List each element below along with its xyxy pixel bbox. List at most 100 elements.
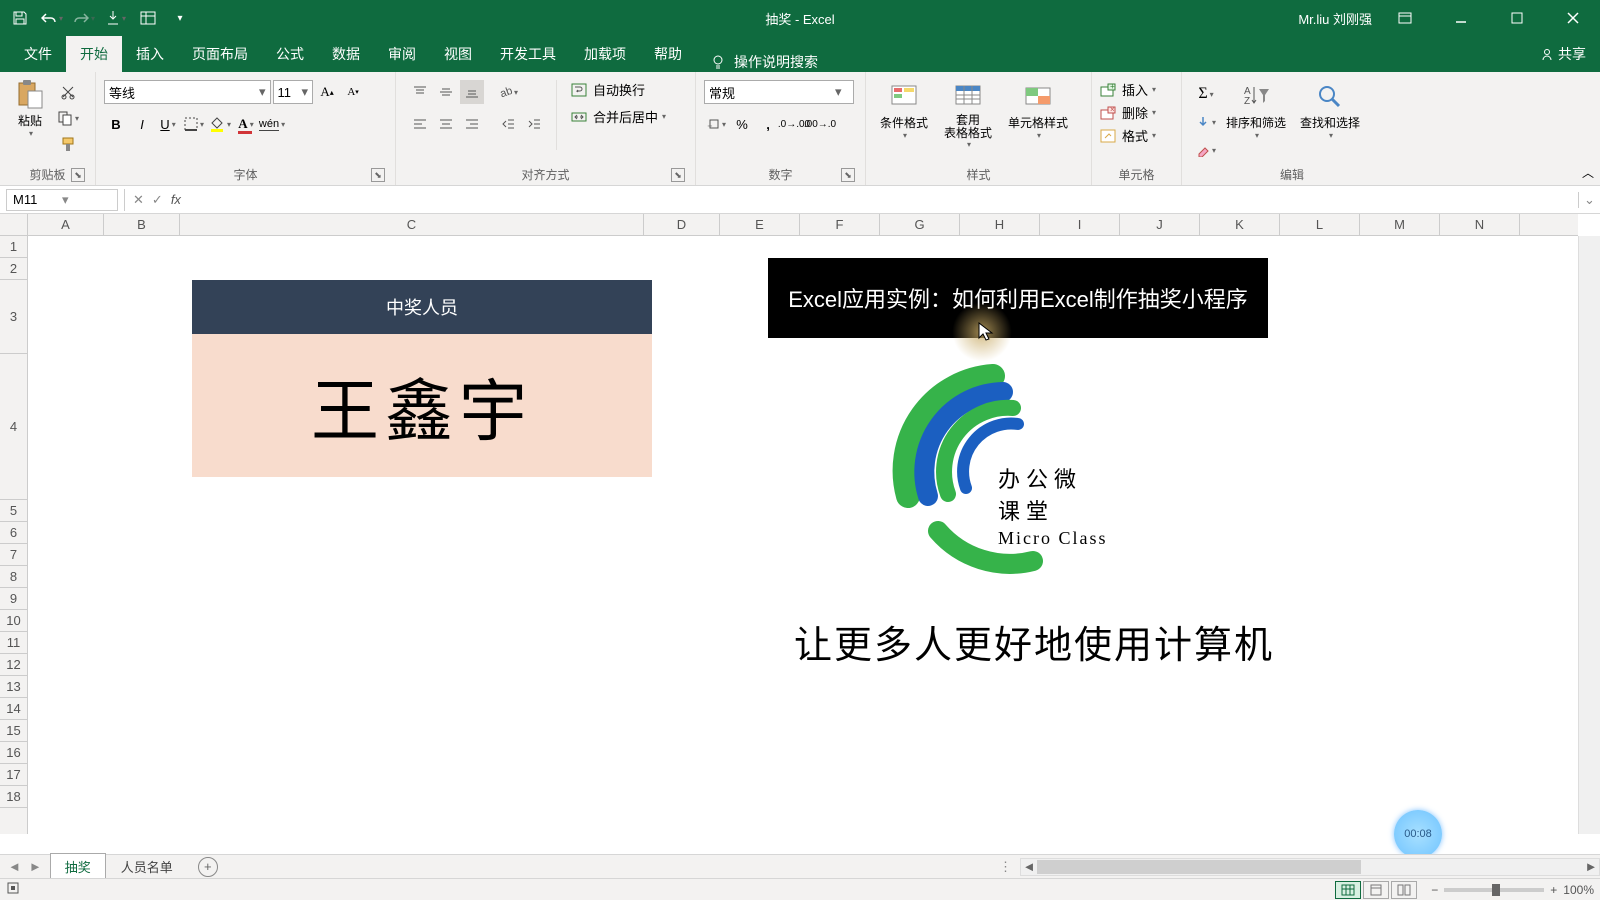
redo-icon[interactable] bbox=[70, 4, 98, 32]
row-header-16[interactable]: 16 bbox=[0, 742, 27, 764]
tab-审阅[interactable]: 审阅 bbox=[374, 36, 430, 72]
share-button[interactable]: 共享 bbox=[1526, 36, 1600, 72]
align-top-icon[interactable] bbox=[408, 80, 432, 104]
formula-input[interactable] bbox=[189, 189, 1578, 211]
col-header-D[interactable]: D bbox=[644, 214, 720, 235]
col-header-G[interactable]: G bbox=[880, 214, 960, 235]
tell-me[interactable]: 操作说明搜索 bbox=[696, 52, 832, 72]
tab-页面布局[interactable]: 页面布局 bbox=[178, 36, 262, 72]
qat-customize-icon[interactable]: ▾ bbox=[166, 4, 194, 32]
col-header-K[interactable]: K bbox=[1200, 214, 1280, 235]
sheet-tab-抽奖[interactable]: 抽奖 bbox=[50, 853, 106, 880]
format-painter-icon[interactable] bbox=[56, 132, 80, 156]
tab-公式[interactable]: 公式 bbox=[262, 36, 318, 72]
phonetic-icon[interactable]: wén bbox=[260, 112, 284, 136]
scroll-right-icon[interactable]: ► bbox=[1583, 859, 1599, 875]
percent-icon[interactable]: % bbox=[730, 112, 754, 136]
cancel-formula-icon[interactable]: ✕ bbox=[133, 192, 144, 208]
insert-cells-button[interactable]: +插入 bbox=[1100, 80, 1156, 99]
col-header-F[interactable]: F bbox=[800, 214, 880, 235]
row-header-15[interactable]: 15 bbox=[0, 720, 27, 742]
col-header-M[interactable]: M bbox=[1360, 214, 1440, 235]
row-header-8[interactable]: 8 bbox=[0, 566, 27, 588]
page-break-view-icon[interactable] bbox=[1391, 881, 1417, 899]
col-header-B[interactable]: B bbox=[104, 214, 180, 235]
sheet-tab-人员名单[interactable]: 人员名单 bbox=[106, 853, 188, 880]
border-icon[interactable] bbox=[182, 112, 206, 136]
col-header-L[interactable]: L bbox=[1280, 214, 1360, 235]
col-header-I[interactable]: I bbox=[1040, 214, 1120, 235]
copy-icon[interactable] bbox=[56, 106, 80, 130]
sheet-split-icon[interactable]: ⋮ bbox=[991, 859, 1020, 875]
increase-decimal-icon[interactable]: .0→.00 bbox=[782, 112, 806, 136]
align-right-icon[interactable] bbox=[460, 112, 484, 136]
increase-font-icon[interactable]: A▴ bbox=[315, 80, 339, 104]
underline-button[interactable]: U bbox=[156, 112, 180, 136]
row-header-3[interactable]: 3 bbox=[0, 280, 27, 354]
zoom-in-icon[interactable]: + bbox=[1550, 883, 1557, 897]
clipboard-launcher-icon[interactable]: ⬊ bbox=[71, 168, 85, 182]
row-header-7[interactable]: 7 bbox=[0, 544, 27, 566]
name-box[interactable]: M11▾ bbox=[6, 189, 118, 211]
enter-formula-icon[interactable]: ✓ bbox=[152, 192, 163, 208]
row-header-12[interactable]: 12 bbox=[0, 654, 27, 676]
align-middle-icon[interactable] bbox=[434, 80, 458, 104]
number-format-combo[interactable]: ▾ bbox=[704, 80, 854, 104]
decrease-decimal-icon[interactable]: .00→.0 bbox=[808, 112, 832, 136]
orientation-icon[interactable]: ab bbox=[496, 80, 520, 104]
row-header-10[interactable]: 10 bbox=[0, 610, 27, 632]
find-select-button[interactable]: 查找和选择 bbox=[1294, 78, 1366, 142]
number-launcher-icon[interactable]: ⬊ bbox=[841, 168, 855, 182]
col-header-A[interactable]: A bbox=[28, 214, 104, 235]
ribbon-display-icon[interactable] bbox=[1382, 0, 1428, 36]
touch-mode-icon[interactable] bbox=[102, 4, 130, 32]
col-header-H[interactable]: H bbox=[960, 214, 1040, 235]
close-icon[interactable] bbox=[1550, 0, 1596, 36]
col-header-E[interactable]: E bbox=[720, 214, 800, 235]
decrease-indent-icon[interactable] bbox=[496, 112, 520, 136]
form-icon[interactable] bbox=[134, 4, 162, 32]
select-all-corner[interactable] bbox=[0, 214, 28, 235]
font-color-icon[interactable]: A bbox=[234, 112, 258, 136]
font-name-combo[interactable]: ▾ bbox=[104, 80, 271, 104]
zoom-level[interactable]: 100% bbox=[1563, 883, 1594, 897]
tab-开发工具[interactable]: 开发工具 bbox=[486, 36, 570, 72]
italic-button[interactable]: I bbox=[130, 112, 154, 136]
accounting-format-icon[interactable]: ₋ bbox=[704, 112, 728, 136]
fill-icon[interactable] bbox=[1194, 110, 1218, 134]
cell-styles-button[interactable]: 单元格样式 bbox=[1002, 78, 1074, 142]
tab-帮助[interactable]: 帮助 bbox=[640, 36, 696, 72]
format-cells-button[interactable]: 格式 bbox=[1100, 126, 1156, 145]
sheet-nav-next-icon[interactable]: ► bbox=[29, 859, 42, 874]
row-header-17[interactable]: 17 bbox=[0, 764, 27, 786]
font-size-combo[interactable]: ▾ bbox=[273, 80, 314, 104]
tab-数据[interactable]: 数据 bbox=[318, 36, 374, 72]
wrap-text-button[interactable]: 自动换行 bbox=[571, 80, 666, 99]
row-header-1[interactable]: 1 bbox=[0, 236, 27, 258]
scroll-left-icon[interactable]: ◄ bbox=[1021, 859, 1037, 875]
tab-视图[interactable]: 视图 bbox=[430, 36, 486, 72]
merge-center-button[interactable]: 合并后居中 bbox=[571, 107, 666, 126]
collapse-ribbon-icon[interactable]: ︿ bbox=[1582, 164, 1594, 181]
font-launcher-icon[interactable]: ⬊ bbox=[371, 168, 385, 182]
decrease-font-icon[interactable]: A▾ bbox=[341, 80, 365, 104]
undo-icon[interactable] bbox=[38, 4, 66, 32]
zoom-out-icon[interactable]: − bbox=[1431, 883, 1438, 897]
worksheet-grid[interactable]: ABCDEFGHIJKLMN 1234567891011121314151617… bbox=[0, 214, 1600, 854]
sort-filter-button[interactable]: AZ排序和筛选 bbox=[1220, 78, 1292, 142]
tab-加载项[interactable]: 加载项 bbox=[570, 36, 640, 72]
page-layout-view-icon[interactable] bbox=[1363, 881, 1389, 899]
tab-插入[interactable]: 插入 bbox=[122, 36, 178, 72]
col-header-J[interactable]: J bbox=[1120, 214, 1200, 235]
row-header-6[interactable]: 6 bbox=[0, 522, 27, 544]
autosum-icon[interactable]: Σ bbox=[1194, 82, 1218, 106]
vertical-scrollbar[interactable] bbox=[1578, 236, 1600, 834]
align-center-icon[interactable] bbox=[434, 112, 458, 136]
sheet-nav-prev-icon[interactable]: ◄ bbox=[8, 859, 21, 874]
align-bottom-icon[interactable] bbox=[460, 80, 484, 104]
align-launcher-icon[interactable]: ⬊ bbox=[671, 168, 685, 182]
record-macro-icon[interactable] bbox=[6, 881, 20, 898]
row-header-14[interactable]: 14 bbox=[0, 698, 27, 720]
expand-formula-bar-icon[interactable]: ⌄ bbox=[1578, 192, 1600, 208]
comma-icon[interactable]: , bbox=[756, 112, 780, 136]
